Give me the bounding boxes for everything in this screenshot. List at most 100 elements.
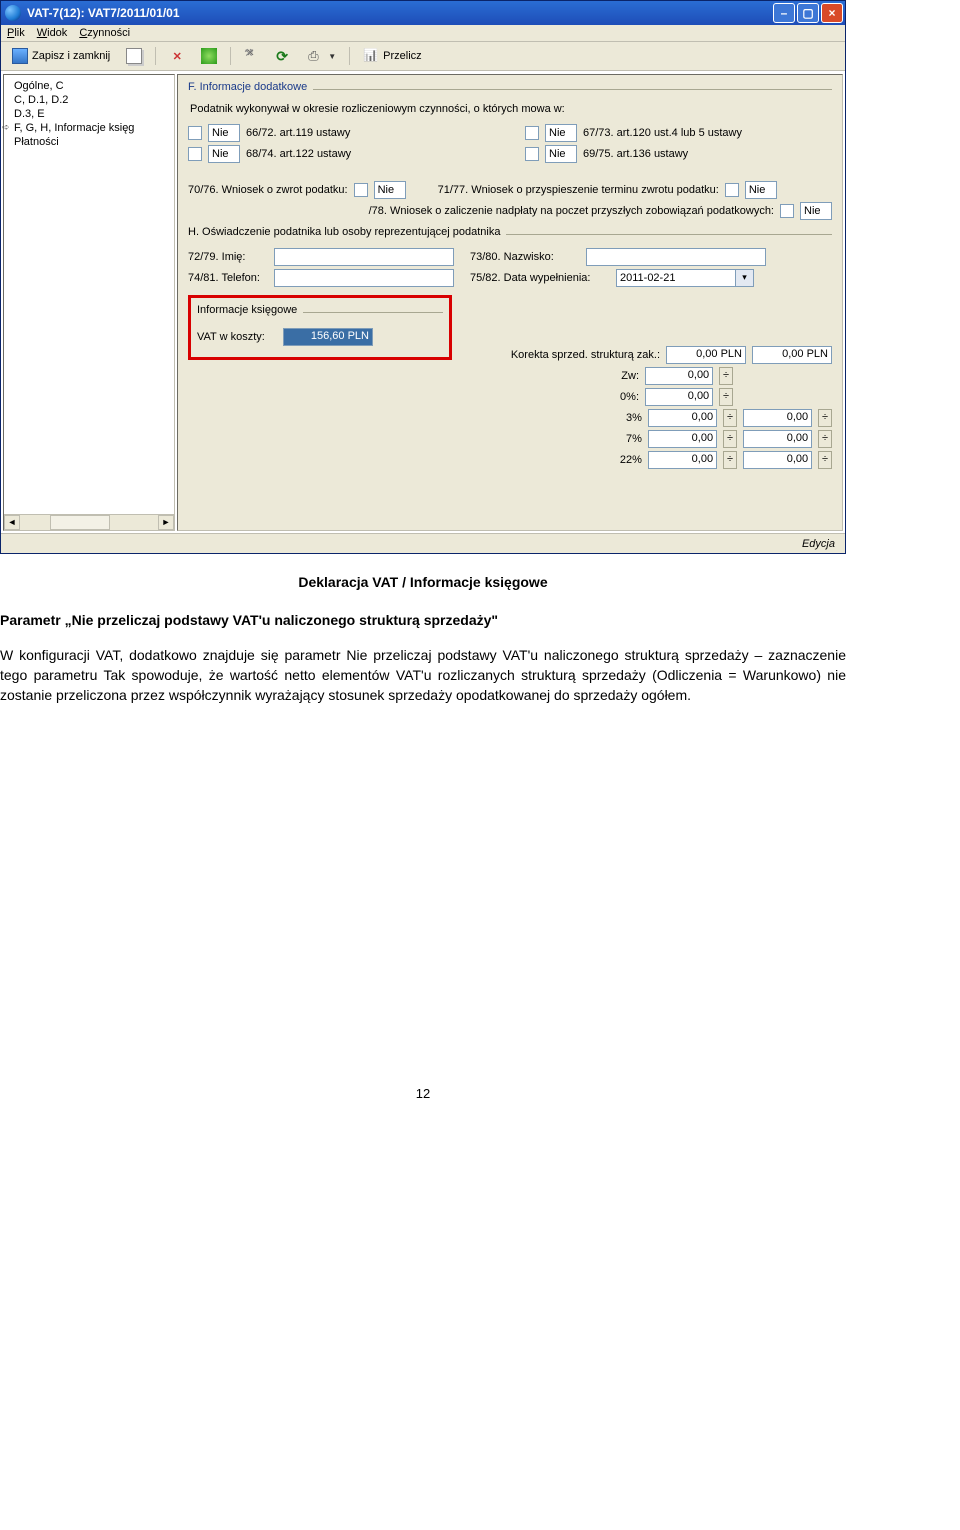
window-title: VAT-7(12): VAT7/2011/01/01 <box>27 6 180 20</box>
label-66-72: 66/72. art.119 ustawy <box>246 127 350 139</box>
cancel-icon: ✕ <box>169 48 185 64</box>
action-icon <box>201 48 217 64</box>
refresh-button[interactable] <box>271 45 297 67</box>
numeric-grid: Korekta sprzed. strukturą zak.: 0,00 PLN… <box>474 343 832 472</box>
stepper-icon[interactable]: ÷ <box>723 451 737 469</box>
figure-caption: Deklaracja VAT / Informacje księgowe <box>0 572 846 592</box>
toolbar: Zapisz i zamknij ✕ ▼ Przelicz <box>1 42 845 71</box>
page-number: 12 <box>0 1085 846 1104</box>
label-telefon: 74/81. Telefon: <box>188 272 268 284</box>
menu-widok[interactable]: Widok <box>37 27 68 39</box>
label-wniosek-zwrot: 70/76. Wniosek o zwrot podatku: <box>188 184 348 196</box>
sidebar-item-ogolne[interactable]: Ogólne, C <box>6 79 172 93</box>
wniosek-zwrot-value: Nie <box>374 181 406 199</box>
menu-czynnosci[interactable]: Czynności <box>79 27 130 39</box>
value-korekta-2[interactable]: 0,00 PLN <box>752 346 832 364</box>
scroll-right-icon[interactable]: ► <box>158 515 174 530</box>
label-data-wypelnienia: 75/82. Data wypełnienia: <box>470 272 610 284</box>
copy-icon <box>126 48 142 64</box>
label-wniosek-przysp: 71/77. Wniosek o przyspieszenie terminu … <box>438 184 719 196</box>
dropdown-icon: ▼ <box>328 52 336 61</box>
action-button[interactable] <box>196 45 222 67</box>
sidebar-scrollbar[interactable]: ◄ ► <box>4 514 174 530</box>
menubar: Plik Widok Czynności <box>1 25 845 42</box>
stepper-icon[interactable]: ÷ <box>719 388 733 406</box>
cancel-button[interactable]: ✕ <box>164 45 190 67</box>
print-button[interactable]: ▼ <box>303 45 341 67</box>
maximize-button[interactable]: ▢ <box>797 3 819 23</box>
checkbox-66-72-value: Nie <box>208 124 240 142</box>
label-67-73: 67/73. art.120 ust.4 lub 5 ustawy <box>583 127 742 139</box>
sidebar-item-d3e[interactable]: D.3, E <box>6 107 172 121</box>
main-panel: F. Informacje dodatkowe Podatnik wykonyw… <box>177 74 843 531</box>
app-icon <box>5 5 21 21</box>
label-7pct: 7% <box>474 433 642 445</box>
minimize-button[interactable]: – <box>773 3 795 23</box>
przelicz-button[interactable]: Przelicz <box>358 45 427 67</box>
stepper-icon[interactable]: ÷ <box>723 430 737 448</box>
calc-icon <box>363 48 379 64</box>
wniosek-przysp-value: Nie <box>745 181 777 199</box>
status-text: Edycja <box>802 538 835 550</box>
value-korekta-1[interactable]: 0,00 PLN <box>666 346 746 364</box>
sidebar-item-cd1d2[interactable]: C, D.1, D.2 <box>6 93 172 107</box>
value-3pct-1[interactable]: 0,00 <box>648 409 717 427</box>
menu-plik[interactable]: Plik <box>7 27 25 39</box>
value-zw[interactable]: 0,00 <box>645 367 713 385</box>
stepper-icon[interactable]: ÷ <box>723 409 737 427</box>
stepper-icon[interactable]: ÷ <box>818 451 832 469</box>
scroll-left-icon[interactable]: ◄ <box>4 515 20 530</box>
sidebar-item-platnosci[interactable]: Płatności <box>6 135 172 149</box>
label-zw: Zw: <box>474 370 639 382</box>
close-button[interactable]: × <box>821 3 843 23</box>
input-nazwisko[interactable] <box>586 248 766 266</box>
checkbox-wniosek-zalicz[interactable] <box>780 204 794 218</box>
stepper-icon[interactable]: ÷ <box>818 409 832 427</box>
label-imie: 72/79. Imię: <box>188 251 268 263</box>
paragraph: W konfiguracji VAT, dodatkowo znajduje s… <box>0 645 846 706</box>
info-ksiegowe-title: Informacje księgowe <box>197 304 297 316</box>
checkbox-wniosek-zwrot[interactable] <box>354 183 368 197</box>
value-22pct-1[interactable]: 0,00 <box>648 451 717 469</box>
value-7pct-1[interactable]: 0,00 <box>648 430 717 448</box>
section-f-title: F. Informacje dodatkowe <box>188 81 307 93</box>
info-ksiegowe-highlight: Informacje księgowe VAT w koszty: 156,60… <box>188 295 452 360</box>
label-vat-koszty: VAT w koszty: <box>197 331 277 343</box>
value-3pct-2[interactable]: 0,00 <box>743 409 812 427</box>
label-korekta: Korekta sprzed. strukturą zak.: <box>490 349 660 361</box>
sidebar: Ogólne, C C, D.1, D.2 D.3, E F, G, H, In… <box>3 74 175 531</box>
save-icon <box>12 48 28 64</box>
toolbar-separator <box>155 47 156 65</box>
save-close-button[interactable]: Zapisz i zamknij <box>7 45 115 67</box>
stepper-icon[interactable]: ÷ <box>719 367 733 385</box>
section-h-title: H. Oświadczenie podatnika lub osoby repr… <box>188 226 500 238</box>
checkbox-68-74[interactable] <box>188 147 202 161</box>
toolbar-separator <box>349 47 350 65</box>
checkbox-69-75-value: Nie <box>545 145 577 163</box>
label-22pct: 22% <box>474 454 642 466</box>
label-3pct: 3% <box>474 412 642 424</box>
checkbox-66-72[interactable] <box>188 126 202 140</box>
value-0pct[interactable]: 0,00 <box>645 388 713 406</box>
dropdown-icon[interactable]: ▾ <box>736 269 754 287</box>
section-heading: Parametr „Nie przeliczaj podstawy VAT'u … <box>0 610 846 630</box>
scroll-thumb[interactable] <box>50 515 110 530</box>
value-22pct-2[interactable]: 0,00 <box>743 451 812 469</box>
label-69-75: 69/75. art.136 ustawy <box>583 148 688 160</box>
wniosek-zalicz-value: Nie <box>800 202 832 220</box>
print-icon <box>308 48 324 64</box>
sidebar-item-fgh[interactable]: F, G, H, Informacje księg <box>6 121 172 135</box>
value-7pct-2[interactable]: 0,00 <box>743 430 812 448</box>
tools-button[interactable] <box>239 45 265 67</box>
date-combo[interactable]: ▾ <box>616 269 754 287</box>
checkbox-wniosek-przysp[interactable] <box>725 183 739 197</box>
checkbox-67-73[interactable] <box>525 126 539 140</box>
input-data-wypelnienia[interactable] <box>616 269 736 287</box>
checkbox-67-73-value: Nie <box>545 124 577 142</box>
section-f-subtitle: Podatnik wykonywał w okresie rozliczenio… <box>190 103 832 115</box>
duplicate-button[interactable] <box>121 45 147 67</box>
input-telefon[interactable] <box>274 269 454 287</box>
stepper-icon[interactable]: ÷ <box>818 430 832 448</box>
checkbox-69-75[interactable] <box>525 147 539 161</box>
input-imie[interactable] <box>274 248 454 266</box>
